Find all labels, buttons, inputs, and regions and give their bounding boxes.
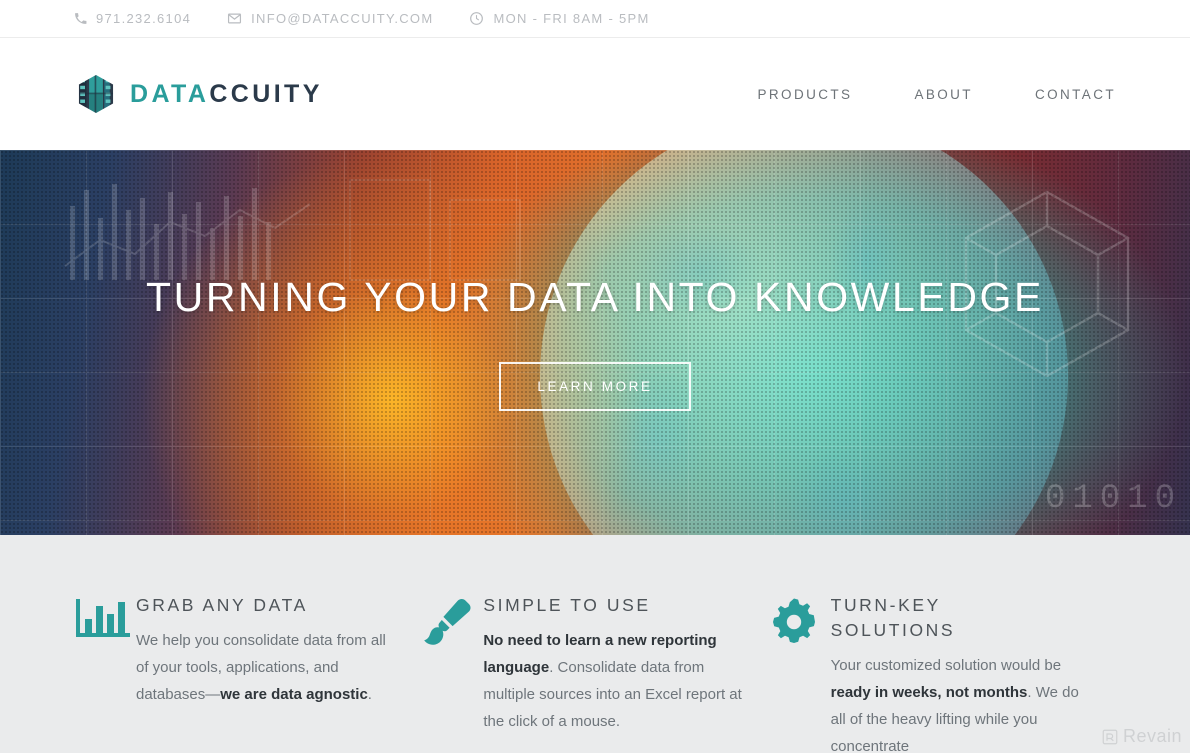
hexagon-cube-logo-icon [74, 72, 118, 116]
logo-wordmark-part1: DATA [130, 79, 210, 108]
feature-title: TURN-KEY SOLUTIONS [830, 595, 956, 640]
bar-chart-icon [74, 593, 136, 641]
phone-number-text: 971.232.6104 [96, 11, 192, 26]
feature-turn-key-solutions: TURN-KEY SOLUTIONS Your customized solut… [769, 593, 1116, 753]
feature-text-before: Your customized solution would be [830, 657, 1062, 674]
paintbrush-icon [421, 593, 483, 647]
nav-item-contact[interactable]: CONTACT [1035, 87, 1116, 102]
feature-body: SIMPLE TO USE No need to learn a new rep… [483, 593, 744, 735]
nav-item-about[interactable]: ABOUT [914, 87, 973, 102]
email-address-text: INFO@DATACCUITY.COM [251, 11, 434, 26]
nav-item-products[interactable]: PRODUCTS [757, 87, 852, 102]
feature-simple-to-use: SIMPLE TO USE No need to learn a new rep… [421, 593, 768, 753]
phone-contact[interactable]: 971.232.6104 [74, 11, 191, 26]
feature-description: Your customized solution would be ready … [831, 652, 1092, 753]
clock-icon [469, 11, 484, 26]
hero-content: TURNING YOUR DATA INTO KNOWLEDGE LEARN M… [0, 150, 1190, 535]
learn-more-button[interactable]: LEARN MORE [499, 362, 691, 411]
feature-text-after: . [367, 686, 372, 703]
features-section: GRAB ANY DATA We help you consolidate da… [0, 535, 1190, 753]
feature-grab-any-data: GRAB ANY DATA We help you consolidate da… [74, 593, 421, 753]
main-navigation: PRODUCTS ABOUT CONTACT [757, 87, 1116, 102]
feature-title: SIMPLE TO USE [483, 595, 651, 615]
feature-description: We help you consolidate data from all of… [136, 627, 397, 708]
top-utility-bar: 971.232.6104 INFO@DATACCUITY.COM MON - F… [0, 0, 1190, 38]
business-hours: MON - FRI 8AM - 5PM [469, 11, 649, 26]
feature-text-bold: we are data agnostic [220, 686, 368, 703]
gear-icon [769, 593, 831, 647]
phone-icon [74, 12, 87, 25]
logo-wordmark: DATACCUITY [130, 80, 323, 109]
feature-description: No need to learn a new reporting languag… [483, 627, 744, 735]
site-logo[interactable]: DATACCUITY [74, 72, 323, 116]
mail-icon [227, 11, 242, 26]
hero-headline: TURNING YOUR DATA INTO KNOWLEDGE [146, 274, 1044, 320]
hero-banner: 01010 TURNING YOUR DATA INTO KNOWLEDGE L… [0, 150, 1190, 535]
feature-title: GRAB ANY DATA [136, 595, 308, 615]
feature-text-bold: ready in weeks, not months [830, 684, 1028, 701]
email-contact[interactable]: INFO@DATACCUITY.COM [227, 11, 433, 26]
feature-body: TURN-KEY SOLUTIONS Your customized solut… [831, 593, 1092, 753]
site-header: DATACCUITY PRODUCTS ABOUT CONTACT [0, 38, 1190, 150]
logo-wordmark-part2: CCUITY [209, 79, 323, 108]
feature-body: GRAB ANY DATA We help you consolidate da… [136, 593, 397, 708]
hours-text: MON - FRI 8AM - 5PM [493, 11, 650, 26]
